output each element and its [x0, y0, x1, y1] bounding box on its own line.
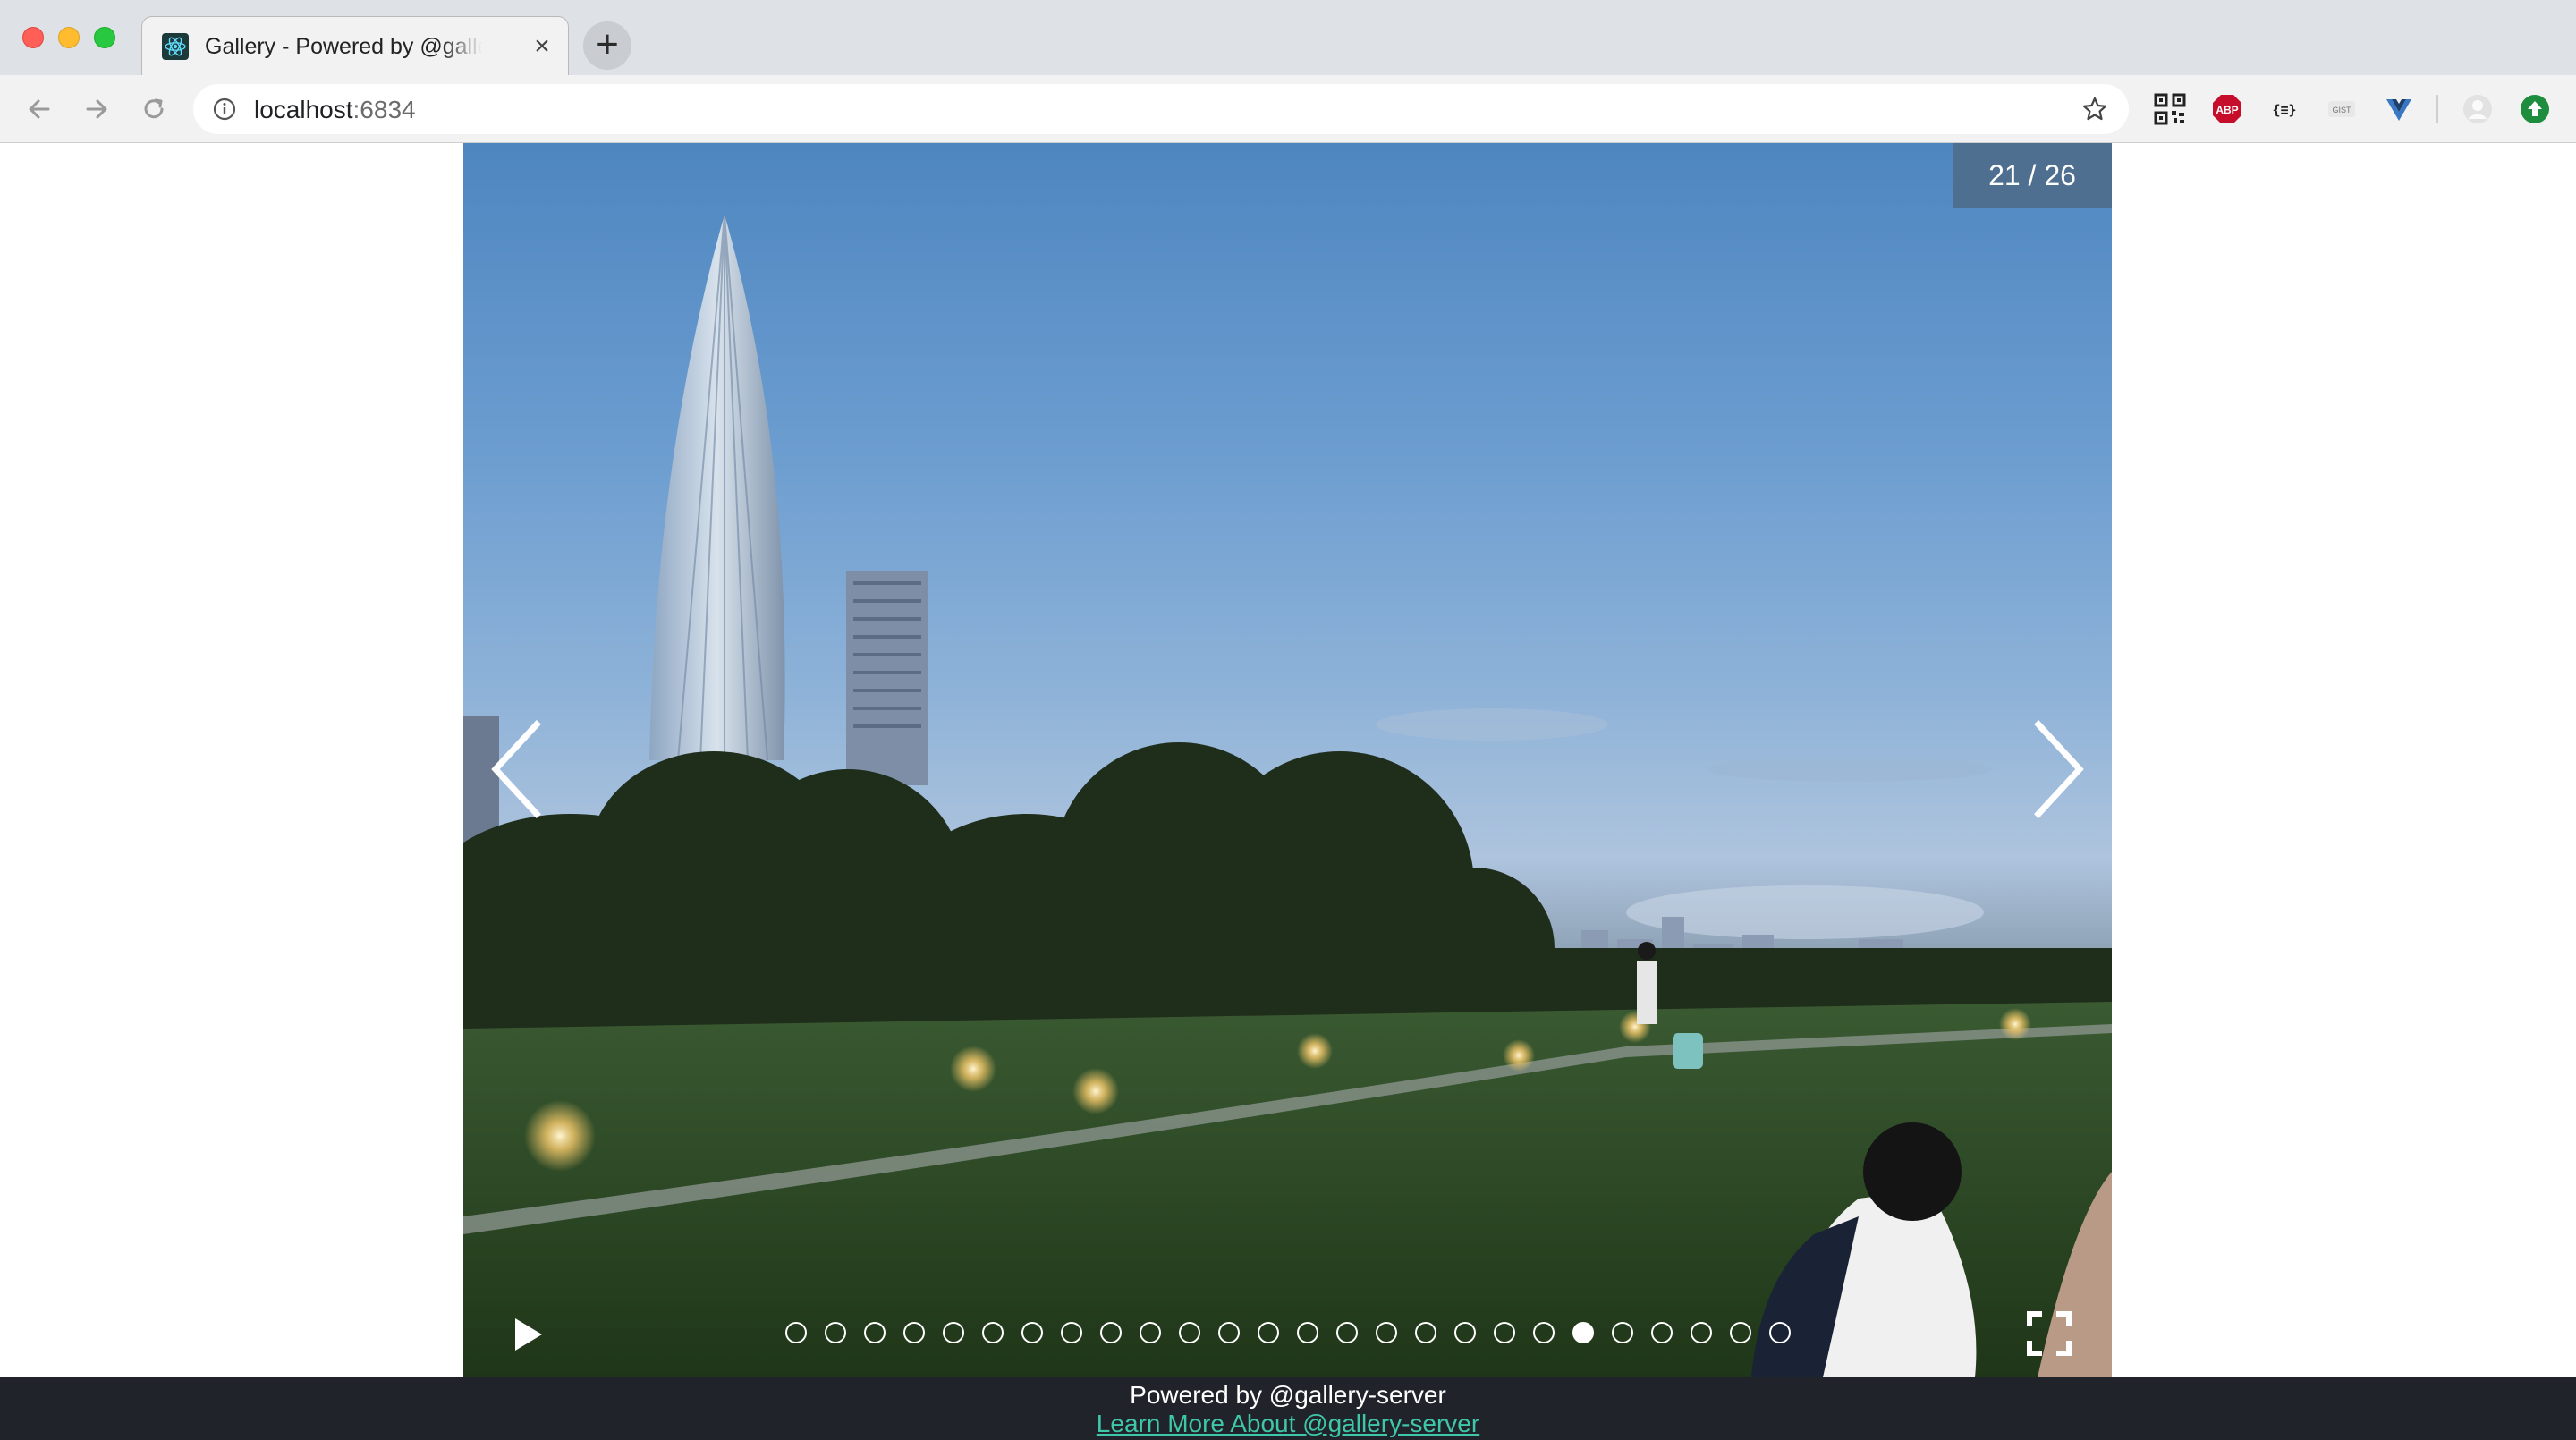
url-text[interactable]: localhost:6834 [254, 96, 416, 124]
play-icon[interactable] [508, 1315, 547, 1354]
gallery-photo [463, 214, 2112, 1377]
slide-bullet[interactable] [1100, 1322, 1122, 1343]
bookmark-star-icon[interactable] [2080, 95, 2109, 123]
gallery-viewer[interactable]: 21 / 26 [463, 143, 2112, 1377]
minimize-window-button[interactable] [58, 27, 80, 48]
browser-tab[interactable]: Gallery - Powered by @gallery-server × [141, 16, 569, 75]
slide-bullet[interactable] [864, 1322, 886, 1343]
toolbar-divider [2436, 95, 2438, 123]
adblock-plus-icon[interactable]: ABP [2211, 93, 2243, 125]
site-info-icon[interactable] [211, 96, 238, 123]
react-favicon-icon [162, 33, 189, 60]
vue-devtools-icon[interactable] [2383, 93, 2415, 125]
adblock-label: ABP [2216, 104, 2238, 116]
slide-bullet[interactable] [1533, 1322, 1555, 1343]
slide-bullet[interactable] [1454, 1322, 1476, 1343]
gist-label: GIST [2332, 106, 2351, 114]
new-tab-button[interactable]: + [583, 21, 631, 70]
slide-bullet[interactable] [1258, 1322, 1279, 1343]
reload-icon[interactable] [136, 91, 172, 127]
tab-title: Gallery - Powered by @gallery-server [205, 34, 482, 59]
slide-bullet[interactable] [1061, 1322, 1082, 1343]
slide-bullet[interactable] [982, 1322, 1004, 1343]
slide-bullet[interactable] [1651, 1322, 1673, 1343]
prev-arrow-icon[interactable] [481, 716, 553, 823]
slide-bullet[interactable] [1612, 1322, 1633, 1343]
update-icon[interactable] [2519, 93, 2551, 125]
address-bar[interactable]: localhost:6834 [193, 84, 2129, 134]
slide-bullet[interactable] [785, 1322, 807, 1343]
next-arrow-icon[interactable] [2022, 716, 2094, 823]
url-port: :6834 [352, 96, 416, 123]
json-viewer-icon[interactable]: {≡} [2268, 93, 2301, 125]
slide-bullet[interactable] [1140, 1322, 1161, 1343]
slide-bullets [785, 1322, 1791, 1347]
footer-learn-more-link[interactable]: Learn More About @gallery-server [1097, 1410, 1479, 1438]
browser-toolbar: localhost:6834 ABP {≡} GIST [0, 75, 2576, 143]
slide-bullet[interactable] [1179, 1322, 1200, 1343]
slide-bullet[interactable] [1572, 1322, 1594, 1343]
slide-bullet[interactable] [1690, 1322, 1712, 1343]
browser-titlebar: Gallery - Powered by @gallery-server × + [0, 0, 2576, 75]
slide-bullet[interactable] [1376, 1322, 1397, 1343]
forward-arrow-icon[interactable] [79, 91, 114, 127]
slide-bullet[interactable] [1415, 1322, 1436, 1343]
maximize-window-button[interactable] [94, 27, 115, 48]
json-label: {≡} [2272, 102, 2296, 118]
slide-bullet[interactable] [943, 1322, 964, 1343]
slide-bullet[interactable] [825, 1322, 846, 1343]
slide-bullet[interactable] [903, 1322, 925, 1343]
slide-bullet[interactable] [1218, 1322, 1240, 1343]
footer-powered-by: Powered by @gallery-server [1130, 1381, 1446, 1409]
back-arrow-icon[interactable] [21, 91, 57, 127]
qr-code-icon[interactable] [2154, 93, 2186, 125]
tab-close-icon[interactable]: × [529, 33, 555, 60]
page-footer: Powered by @gallery-server Learn More Ab… [0, 1377, 2576, 1440]
slide-bullet[interactable] [1021, 1322, 1043, 1343]
slide-bullet[interactable] [1297, 1322, 1318, 1343]
fullscreen-icon[interactable] [2026, 1310, 2072, 1357]
close-window-button[interactable] [22, 27, 44, 48]
slide-bullet[interactable] [1494, 1322, 1515, 1343]
slide-bullet[interactable] [1730, 1322, 1751, 1343]
slide-bullet[interactable] [1769, 1322, 1791, 1343]
slide-bullet[interactable] [1336, 1322, 1358, 1343]
gist-icon[interactable]: GIST [2326, 93, 2358, 125]
url-host: localhost [254, 96, 353, 123]
slide-counter: 21 / 26 [1953, 143, 2112, 208]
profile-avatar-icon[interactable] [2462, 93, 2494, 125]
